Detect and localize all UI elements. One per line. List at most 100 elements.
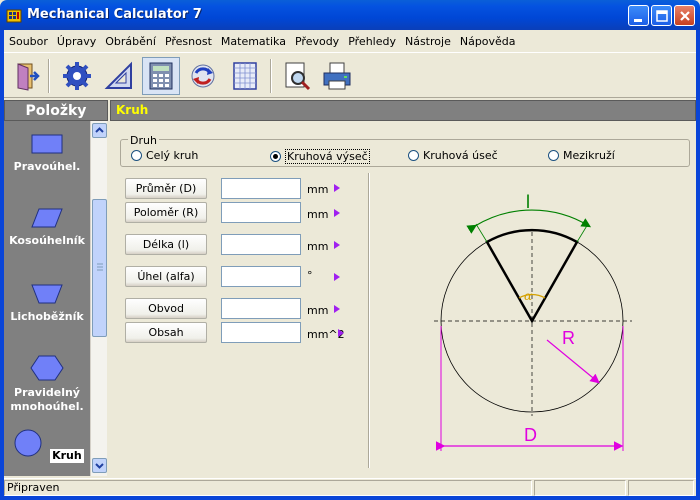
- print-button[interactable]: [318, 57, 356, 95]
- prumer-button[interactable]: Průměr (D): [125, 178, 207, 199]
- window-frame-bottom: [0, 496, 700, 500]
- druh-legend: Druh: [128, 134, 159, 147]
- arrow-right-icon[interactable]: [334, 305, 340, 313]
- section-title: Kruh: [116, 103, 149, 117]
- arc-length-dimension: [466, 209, 592, 234]
- scroll-up-button[interactable]: [92, 123, 107, 138]
- sidebar-item-label: Lichoběžník: [10, 310, 84, 323]
- menu-napoveda[interactable]: Nápověda: [455, 35, 520, 48]
- sidebar-scrollbar[interactable]: [90, 121, 107, 476]
- unit-label: mm: [307, 208, 329, 221]
- menu-nastroje[interactable]: Nástroje: [400, 35, 455, 48]
- menu-obrabeni[interactable]: Obrábění: [100, 35, 160, 48]
- app-calculator-icon: [6, 9, 22, 23]
- toolbar: [4, 52, 696, 98]
- panel-divider: [368, 173, 370, 468]
- scroll-down-button[interactable]: [92, 458, 107, 473]
- circle-shape-icon: [14, 429, 42, 457]
- gear-icon: [63, 62, 91, 90]
- menu-prevody[interactable]: Převody: [290, 35, 343, 48]
- status-text: Připraven: [4, 480, 532, 496]
- shapes-sidebar: Pravoúhel. Kosoúhelník Lichoběžník Pravi…: [4, 121, 90, 476]
- sidebar-item-regular-polygon[interactable]: Pravidelný mnohoúhel.: [4, 353, 90, 414]
- refresh-icon: [191, 64, 215, 88]
- sidebar-item-circle[interactable]: Kruh: [4, 427, 90, 463]
- menu-matematika[interactable]: Matematika: [216, 35, 290, 48]
- unit-label: mm: [307, 240, 329, 253]
- circular-sector-diagram: l α R D: [434, 192, 632, 451]
- center-lines: [434, 232, 632, 416]
- chevron-down-icon: [95, 463, 104, 469]
- close-button[interactable]: [674, 5, 695, 26]
- calculator-button[interactable]: [142, 57, 180, 95]
- grip-icon: [97, 263, 103, 271]
- toolbar-separator: [270, 59, 272, 93]
- parallelogram-shape-icon: [31, 208, 63, 228]
- circle-calculator-panel: Druh Celý kruh Kruhová výseč Kruhová úse…: [110, 121, 696, 476]
- obsah-button[interactable]: Obsah: [125, 322, 207, 343]
- delka-input[interactable]: [221, 234, 301, 255]
- label-d: D: [524, 425, 537, 445]
- window-frame-right: [696, 30, 700, 500]
- toolbar-separator: [48, 59, 50, 93]
- unit-label: mm: [307, 183, 329, 196]
- uhel-button[interactable]: Úhel (alfa): [125, 266, 207, 287]
- rectangle-shape-icon: [31, 134, 63, 154]
- exit-door-icon: [17, 63, 40, 91]
- maximize-button[interactable]: [651, 5, 672, 26]
- uhel-input[interactable]: [221, 266, 301, 287]
- trapezoid-shape-icon: [31, 284, 63, 304]
- exit-button[interactable]: [6, 57, 44, 95]
- calculator-icon: [149, 62, 173, 90]
- radio-circle-selected: [270, 151, 281, 162]
- delka-button[interactable]: Délka (l): [125, 234, 207, 255]
- sidebar-item-rectangle[interactable]: Pravoúhel.: [4, 131, 90, 174]
- minimize-button[interactable]: [628, 5, 649, 26]
- geometry-button[interactable]: [100, 57, 138, 95]
- sidebar-item-trapezoid[interactable]: Lichoběžník: [4, 281, 90, 324]
- arrow-right-icon[interactable]: [334, 184, 340, 192]
- unit-label: mm: [307, 304, 329, 317]
- radio-circle: [548, 150, 559, 161]
- radio-cely-kruh[interactable]: Celý kruh: [131, 149, 198, 162]
- print-preview-icon: [285, 62, 311, 91]
- tables-button[interactable]: [226, 57, 264, 95]
- radio-circle: [131, 150, 142, 161]
- radio-kruhova-usec[interactable]: Kruhová úseč: [408, 149, 498, 162]
- sidebar-item-label: Kruh: [50, 449, 84, 463]
- settings-button[interactable]: [58, 57, 96, 95]
- printer-icon: [323, 62, 351, 90]
- polomer-button[interactable]: Poloměr (R): [125, 202, 207, 223]
- obvod-button[interactable]: Obvod: [125, 298, 207, 319]
- radio-kruhova-vysec[interactable]: Kruhová výseč: [270, 149, 370, 164]
- obsah-input[interactable]: [221, 322, 301, 343]
- sidebar-item-label: Kosoúhelník: [9, 234, 85, 247]
- label-alpha: α: [524, 289, 532, 303]
- triangle-ruler-icon: [104, 61, 132, 89]
- polomer-input[interactable]: [221, 202, 301, 223]
- status-cell-2: [534, 480, 626, 496]
- print-preview-button[interactable]: [278, 57, 316, 95]
- arrow-right-icon[interactable]: [334, 209, 340, 217]
- sidebar-header: Položky: [4, 100, 108, 121]
- obvod-input[interactable]: [221, 298, 301, 319]
- hexagon-shape-icon: [30, 355, 64, 381]
- arrow-right-icon[interactable]: [338, 329, 344, 337]
- minimize-icon: [634, 19, 642, 22]
- label-r: R: [562, 328, 575, 348]
- sidebar-item-label: Pravoúhel.: [13, 160, 81, 173]
- sidebar-item-parallelogram[interactable]: Kosoúhelník: [4, 205, 90, 248]
- conversion-button[interactable]: [184, 57, 222, 95]
- menu-prehledy[interactable]: Přehledy: [343, 35, 400, 48]
- arrow-right-icon[interactable]: [334, 273, 340, 281]
- scroll-thumb[interactable]: [92, 199, 107, 337]
- prumer-input[interactable]: [221, 178, 301, 199]
- menu-presnost[interactable]: Přesnost: [160, 35, 216, 48]
- section-header: Kruh: [110, 100, 696, 121]
- menu-upravy[interactable]: Úpravy: [52, 35, 100, 48]
- radio-mezikruzi[interactable]: Mezikruží: [548, 149, 615, 162]
- arrow-right-icon[interactable]: [334, 241, 340, 249]
- label-l: l: [526, 192, 530, 212]
- menu-soubor[interactable]: Soubor: [4, 35, 52, 48]
- menu-bar: Soubor Úpravy Obrábění Přesnost Matemati…: [4, 30, 696, 52]
